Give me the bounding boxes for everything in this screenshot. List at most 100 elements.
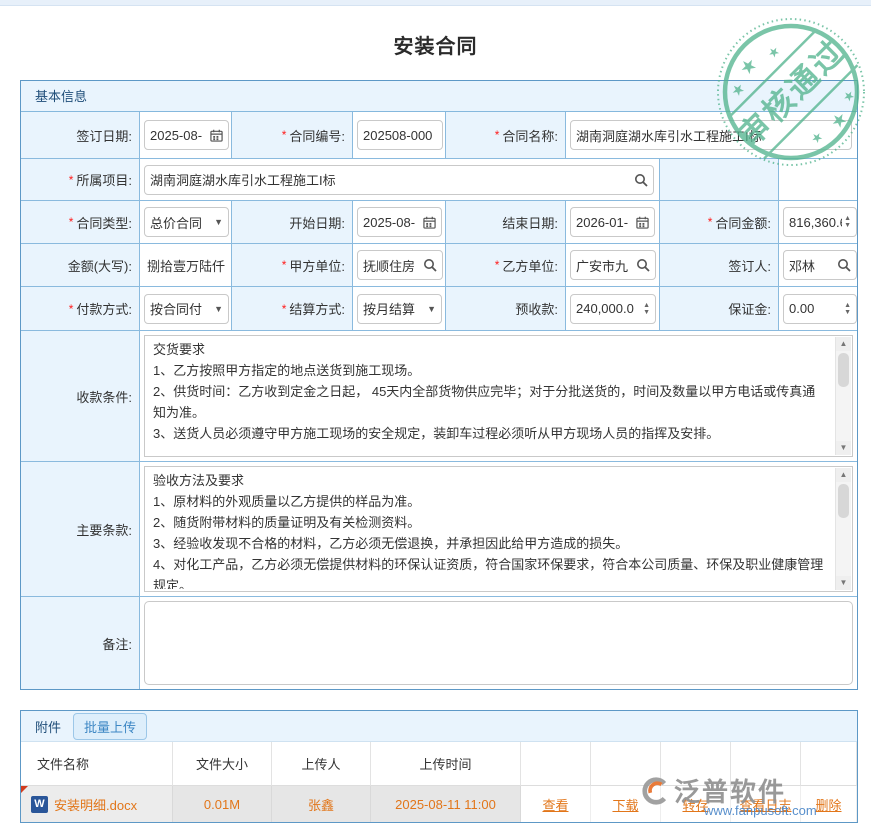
scroll-up-icon[interactable]: ▲ bbox=[836, 468, 851, 482]
settle-method-select[interactable]: 按月结算 ▼ bbox=[357, 294, 442, 324]
label-contract-name: * 合同名称: bbox=[446, 112, 566, 159]
scroll-down-icon[interactable]: ▼ bbox=[836, 441, 851, 455]
label-amount: * 合同金额: bbox=[660, 201, 779, 244]
party-b-search-input[interactable]: 广安市九 bbox=[570, 250, 656, 280]
col-header-action bbox=[731, 742, 801, 786]
sign-date-input[interactable]: 2025-08- bbox=[144, 120, 229, 150]
uploader-cell: 张鑫 bbox=[272, 786, 371, 822]
empty-field-cell bbox=[779, 159, 857, 201]
deposit-value: 0.00 bbox=[789, 301, 842, 316]
field-deposit: 0.00 ▲▼ bbox=[779, 287, 857, 331]
label-text: 付款方式: bbox=[76, 299, 132, 318]
label-text: 主要条款: bbox=[76, 520, 132, 539]
col-header-upload-time: 上传时间 bbox=[371, 742, 521, 786]
contract-no-input[interactable]: 202508-000 bbox=[357, 120, 443, 150]
file-name-link[interactable]: 安装明细.docx bbox=[54, 795, 137, 814]
main-terms-textarea[interactable]: 验收方法及要求 1、原材料的外观质量以乙方提供的样品为准。 2、随货附带材料的质… bbox=[144, 466, 853, 592]
field-project: 湖南洞庭湖水库引水工程施工I标 bbox=[140, 159, 660, 201]
pay-method-select[interactable]: 按合同付 ▼ bbox=[144, 294, 229, 324]
project-search-input[interactable]: 湖南洞庭湖水库引水工程施工I标 bbox=[144, 165, 654, 195]
spinner-arrows-icon[interactable]: ▲▼ bbox=[844, 302, 851, 316]
end-date-input[interactable]: 2026-01- bbox=[570, 207, 655, 237]
attachment-header: 附件 批量上传 bbox=[21, 711, 857, 742]
scroll-down-icon[interactable]: ▼ bbox=[836, 576, 851, 590]
basic-info-panel: 基本信息 签订日期: 2025-08- * 合同编号: 202508-000 bbox=[20, 80, 858, 690]
advance-spinner[interactable]: 240,000.0 ▲▼ bbox=[570, 294, 656, 324]
field-amount-words: 捌拾壹万陆仟 bbox=[140, 244, 232, 287]
scrollbar[interactable]: ▲ ▼ bbox=[835, 337, 851, 455]
field-settle-method: 按月结算 ▼ bbox=[353, 287, 446, 331]
label-text: 合同类型: bbox=[76, 213, 132, 232]
label-party-a: * 甲方单位: bbox=[232, 244, 353, 287]
label-contract-type: * 合同类型: bbox=[21, 201, 140, 244]
remark-text bbox=[153, 605, 828, 682]
download-link[interactable]: 下载 bbox=[612, 795, 638, 814]
col-header-action bbox=[661, 742, 731, 786]
field-start-date: 2025-08- bbox=[353, 201, 446, 244]
field-contract-no: 202508-000 bbox=[353, 112, 446, 159]
scrollbar-thumb[interactable] bbox=[838, 353, 849, 387]
amount-spinner[interactable]: 816,360.6 ▲▼ bbox=[783, 207, 857, 237]
search-icon[interactable] bbox=[634, 173, 648, 187]
label-deposit: 保证金: bbox=[660, 287, 779, 331]
label-advance: 预收款: bbox=[446, 287, 566, 331]
search-icon[interactable] bbox=[636, 258, 650, 272]
contract-no-value: 202508-000 bbox=[363, 128, 437, 143]
field-main-terms: 验收方法及要求 1、原材料的外观质量以乙方提供的样品为准。 2、随货附带材料的质… bbox=[140, 462, 857, 597]
view-log-link[interactable]: 查看日志 bbox=[739, 795, 791, 814]
col-header-file-name: 文件名称 bbox=[21, 742, 173, 786]
required-mark: * bbox=[282, 302, 287, 316]
required-mark: * bbox=[708, 215, 713, 229]
scrollbar[interactable]: ▲ ▼ bbox=[835, 468, 851, 590]
batch-upload-button[interactable]: 批量上传 bbox=[73, 713, 147, 740]
sign-date-value: 2025-08- bbox=[150, 128, 208, 143]
spinner-arrows-icon[interactable]: ▲▼ bbox=[844, 215, 851, 229]
action-cell: 下载 bbox=[591, 786, 661, 822]
attachment-table: 文件名称 文件大小 上传人 上传时间 W 安装明细.docx 0.01M 张鑫 … bbox=[21, 742, 857, 822]
calendar-icon[interactable] bbox=[423, 216, 436, 229]
word-file-icon: W bbox=[31, 796, 48, 813]
label-receipt-terms: 收款条件: bbox=[21, 331, 140, 462]
label-text: 预收款: bbox=[515, 299, 558, 318]
required-mark: * bbox=[495, 128, 500, 142]
delete-link[interactable]: 删除 bbox=[815, 795, 841, 814]
search-icon[interactable] bbox=[423, 258, 437, 272]
receipt-terms-textarea[interactable]: 交货要求 1、乙方按照甲方指定的地点送货到施工现场。 2、供货时间：乙方收到定金… bbox=[144, 335, 853, 457]
calendar-icon[interactable] bbox=[210, 129, 223, 142]
section-header-basic-info: 基本信息 bbox=[21, 81, 857, 112]
label-remark: 备注: bbox=[21, 597, 140, 689]
contract-name-input[interactable]: 湖南洞庭湖水库引水工程施工I标 bbox=[570, 120, 852, 150]
label-text: 结算方式: bbox=[289, 299, 345, 318]
deposit-spinner[interactable]: 0.00 ▲▼ bbox=[783, 294, 857, 324]
remark-textarea[interactable] bbox=[144, 601, 853, 685]
contract-type-select[interactable]: 总价合同 ▼ bbox=[144, 207, 229, 237]
party-a-value: 抚顺住房 bbox=[363, 256, 421, 275]
required-mark: * bbox=[69, 173, 74, 187]
search-icon[interactable] bbox=[837, 258, 851, 272]
signer-search-input[interactable]: 邓林 bbox=[783, 250, 857, 280]
project-value: 湖南洞庭湖水库引水工程施工I标 bbox=[150, 170, 632, 189]
scrollbar-thumb[interactable] bbox=[838, 484, 849, 518]
start-date-input[interactable]: 2025-08- bbox=[357, 207, 442, 237]
calendar-icon[interactable] bbox=[636, 216, 649, 229]
spinner-arrows-icon[interactable]: ▲▼ bbox=[643, 302, 650, 316]
contract-type-value: 总价合同 bbox=[150, 213, 211, 232]
label-text: 备注: bbox=[102, 634, 132, 653]
label-text: 开始日期: bbox=[289, 213, 345, 232]
scroll-up-icon[interactable]: ▲ bbox=[836, 337, 851, 351]
file-size-cell: 0.01M bbox=[173, 786, 272, 822]
label-text: 签订日期: bbox=[76, 126, 132, 145]
attachment-panel: 附件 批量上传 文件名称 文件大小 上传人 上传时间 W 安装明细.docx 0… bbox=[20, 710, 858, 823]
label-main-terms: 主要条款: bbox=[21, 462, 140, 597]
label-text: 所属项目: bbox=[76, 170, 132, 189]
label-settle-method: * 结算方式: bbox=[232, 287, 353, 331]
field-end-date: 2026-01- bbox=[566, 201, 660, 244]
start-date-value: 2025-08- bbox=[363, 215, 421, 230]
transfer-link[interactable]: 转存 bbox=[682, 795, 708, 814]
required-mark: * bbox=[282, 128, 287, 142]
party-a-search-input[interactable]: 抚顺住房 bbox=[357, 250, 443, 280]
field-pay-method: 按合同付 ▼ bbox=[140, 287, 232, 331]
label-amount-words: 金额(大写): bbox=[21, 244, 140, 287]
col-header-action bbox=[591, 742, 661, 786]
view-link[interactable]: 查看 bbox=[542, 795, 568, 814]
